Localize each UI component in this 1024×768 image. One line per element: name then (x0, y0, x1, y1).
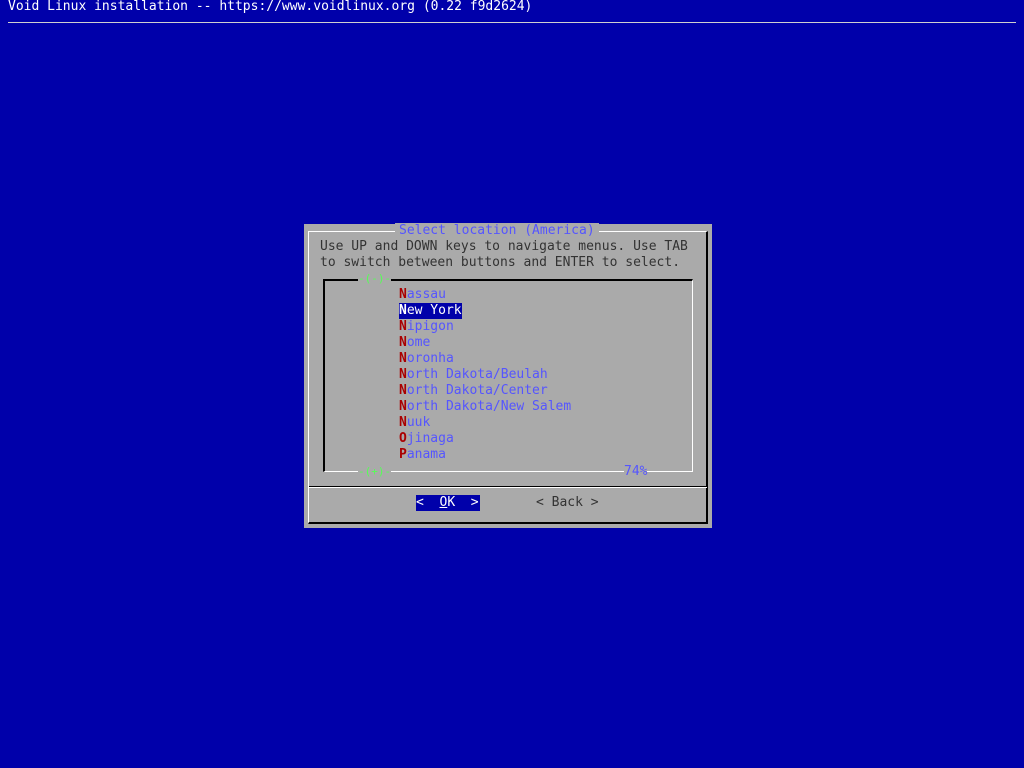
hotkey-letter: P (399, 447, 407, 462)
list-item[interactable]: Ojinaga (399, 431, 571, 447)
list-item[interactable]: North Dakota/Center (399, 383, 571, 399)
item-label: ew York (406, 303, 462, 318)
backtitle-divider (8, 22, 1016, 23)
dialog-title: Select location (America) (395, 223, 599, 239)
hotkey-letter: N (399, 287, 407, 302)
list-item[interactable]: North Dakota/New Salem (399, 399, 571, 415)
item-label: assau (406, 287, 446, 302)
hotkey-letter: N (399, 399, 407, 414)
scroll-down-indicator: -(+)- (358, 465, 392, 478)
installer-screen: Void Linux installation -- https://www.v… (0, 0, 1024, 768)
hotkey-letter: N (399, 415, 407, 430)
list-item[interactable]: Nipigon (399, 319, 571, 335)
list-item[interactable]: Nuuk (399, 415, 571, 431)
item-label: anama (406, 447, 446, 462)
item-label: orth Dakota/Center (406, 383, 548, 398)
button-separator (309, 486, 707, 488)
ok-right-bracket: > (470, 495, 479, 510)
hotkey-letter: N (399, 383, 407, 398)
hotkey-letter: N (399, 335, 407, 350)
back-button[interactable]: < Back > (536, 495, 600, 511)
ok-label: K (447, 495, 456, 510)
hotkey-letter: N (399, 367, 407, 382)
select-location-dialog: Select location (America) Use UP and DOW… (304, 223, 712, 528)
list-item[interactable]: Nome (399, 335, 571, 351)
location-list: Nassau New York Nipigon Nome Noronha Nor… (399, 287, 571, 463)
back-right-bracket: > (590, 495, 599, 510)
list-item[interactable]: Panama (399, 447, 571, 463)
item-label: oronha (406, 351, 454, 366)
list-item-selected[interactable]: New York (399, 303, 571, 319)
item-label: ipigon (406, 319, 454, 334)
list-item[interactable]: Noronha (399, 351, 571, 367)
item-label: ome (406, 335, 431, 350)
hotkey-letter: N (399, 351, 407, 366)
item-label: jinaga (406, 431, 454, 446)
list-item[interactable]: Nassau (399, 287, 571, 303)
back-label: Back (551, 495, 583, 510)
item-label: orth Dakota/New Salem (406, 399, 572, 414)
hotkey-letter: O (399, 431, 407, 446)
scroll-percent: 74% (624, 464, 648, 480)
scroll-up-indicator: -(-)- (358, 272, 392, 285)
item-label: orth Dakota/Beulah (406, 367, 548, 382)
prompt-line-1: Use UP and DOWN keys to navigate menus. … (320, 239, 688, 254)
hotkey-letter: N (399, 303, 407, 318)
ok-button[interactable]: < OK > (416, 495, 480, 511)
list-item[interactable]: North Dakota/Beulah (399, 367, 571, 383)
back-left-bracket: < (536, 495, 544, 510)
ok-left-bracket: < (416, 495, 424, 510)
installer-backtitle: Void Linux installation -- https://www.v… (8, 0, 533, 14)
button-bar: < OK > < Back > (304, 495, 712, 511)
dialog-prompt: Use UP and DOWN keys to navigate menus. … (320, 239, 688, 271)
item-label: uuk (406, 415, 431, 430)
hotkey-letter: N (399, 319, 407, 334)
prompt-line-2: to switch between buttons and ENTER to s… (320, 255, 681, 270)
